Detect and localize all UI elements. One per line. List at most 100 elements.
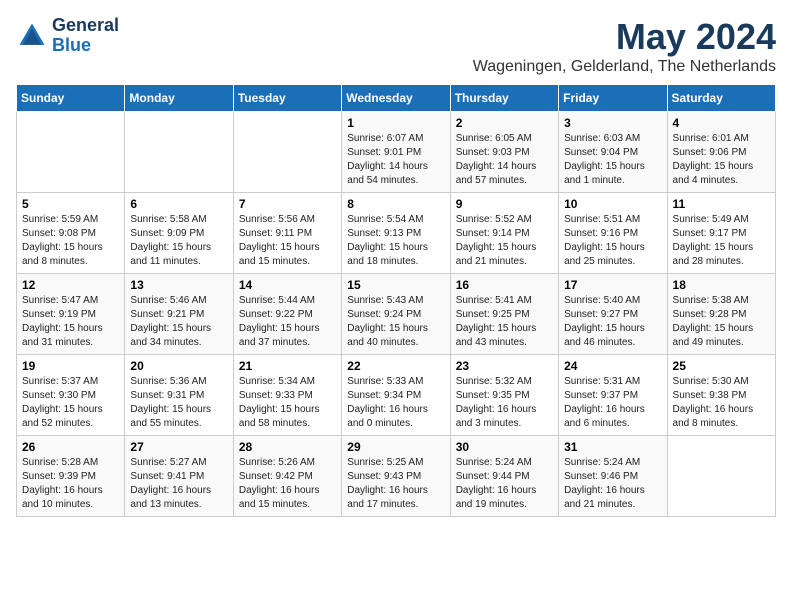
- calendar-week: 19 Sunrise: 5:37 AM Sunset: 9:30 PM Dayli…: [17, 355, 776, 436]
- day-number: 4: [673, 116, 770, 130]
- calendar-cell: [17, 112, 125, 193]
- weekday-header: Friday: [559, 85, 667, 112]
- calendar-cell: 13Sunrise: 5:46 AM Sunset: 9:21 PM Dayli…: [125, 274, 233, 355]
- logo: General Blue: [16, 16, 119, 56]
- calendar-body: 1 Sunrise: 6:07 AM Sunset: 9:01 PM Daylig…: [17, 112, 776, 517]
- month-title: May 2024: [473, 16, 776, 58]
- calendar-cell: 6Sunrise: 5:58 AM Sunset: 9:09 PM Daylig…: [125, 193, 233, 274]
- day-info: Sunrise: 5:27 AM Sunset: 9:41 PM Dayligh…: [130, 456, 227, 512]
- day-number: 10: [564, 197, 661, 211]
- calendar-cell: 22 Sunrise: 5:33 AM Sunset: 9:34 PM Dayli…: [342, 355, 450, 436]
- calendar-cell: 27 Sunrise: 5:27 AM Sunset: 9:41 PM Dayli…: [125, 436, 233, 517]
- day-number: 23: [456, 359, 553, 373]
- calendar-cell: 28Sunrise: 5:26 AM Sunset: 9:42 PM Dayli…: [233, 436, 341, 517]
- day-number: 15: [347, 278, 444, 292]
- calendar-cell: 12 Sunrise: 5:47 AM Sunset: 9:19 PM Dayli…: [17, 274, 125, 355]
- day-number: 25: [673, 359, 770, 373]
- calendar-cell: 4 Sunrise: 6:01 AM Sunset: 9:06 PM Daylig…: [667, 112, 775, 193]
- day-number: 9: [456, 197, 553, 211]
- weekday-header: Thursday: [450, 85, 558, 112]
- day-info: Sunrise: 5:59 AM Sunset: 9:08 PM Dayligh…: [22, 213, 119, 269]
- calendar-cell: 25 Sunrise: 5:30 AM Sunset: 9:38 PM Dayli…: [667, 355, 775, 436]
- day-number: 31: [564, 440, 661, 454]
- calendar-week: 12 Sunrise: 5:47 AM Sunset: 9:19 PM Dayli…: [17, 274, 776, 355]
- day-info: Sunrise: 5:36 AM Sunset: 9:31 PM Dayligh…: [130, 375, 227, 431]
- day-info: Sunrise: 5:32 AM Sunset: 9:35 PM Dayligh…: [456, 375, 553, 431]
- day-info: Sunrise: 5:47 AM Sunset: 9:19 PM Dayligh…: [22, 294, 119, 350]
- day-number: 18: [673, 278, 770, 292]
- calendar-cell: 5 Sunrise: 5:59 AM Sunset: 9:08 PM Daylig…: [17, 193, 125, 274]
- calendar-cell: 2 Sunrise: 6:05 AM Sunset: 9:03 PM Daylig…: [450, 112, 558, 193]
- day-info: Sunrise: 5:30 AM Sunset: 9:38 PM Dayligh…: [673, 375, 770, 431]
- calendar-cell: 14 Sunrise: 5:44 AM Sunset: 9:22 PM Dayli…: [233, 274, 341, 355]
- day-info: Sunrise: 5:37 AM Sunset: 9:30 PM Dayligh…: [22, 375, 119, 431]
- day-info: Sunrise: 5:24 AM Sunset: 9:46 PM Dayligh…: [564, 456, 661, 512]
- day-info: Sunrise: 6:07 AM Sunset: 9:01 PM Dayligh…: [347, 132, 444, 188]
- day-info: Sunrise: 5:41 AM Sunset: 9:25 PM Dayligh…: [456, 294, 553, 350]
- day-number: 2: [456, 116, 553, 130]
- day-number: 5: [22, 197, 119, 211]
- day-number: 11: [673, 197, 770, 211]
- calendar-cell: 3Sunrise: 6:03 AM Sunset: 9:04 PM Daylig…: [559, 112, 667, 193]
- calendar-cell: 16Sunrise: 5:41 AM Sunset: 9:25 PM Dayli…: [450, 274, 558, 355]
- calendar-cell: [667, 436, 775, 517]
- day-number: 24: [564, 359, 661, 373]
- calendar-cell: 1 Sunrise: 6:07 AM Sunset: 9:01 PM Daylig…: [342, 112, 450, 193]
- day-number: 30: [456, 440, 553, 454]
- day-info: Sunrise: 5:46 AM Sunset: 9:21 PM Dayligh…: [130, 294, 227, 350]
- day-info: Sunrise: 5:43 AM Sunset: 9:24 PM Dayligh…: [347, 294, 444, 350]
- calendar-cell: 31 Sunrise: 5:24 AM Sunset: 9:46 PM Dayli…: [559, 436, 667, 517]
- header: General Blue May 2024 Wageningen, Gelder…: [16, 16, 776, 76]
- weekday-header: Tuesday: [233, 85, 341, 112]
- calendar-cell: [233, 112, 341, 193]
- calendar-cell: 11 Sunrise: 5:49 AM Sunset: 9:17 PM Dayli…: [667, 193, 775, 274]
- calendar-cell: 17 Sunrise: 5:40 AM Sunset: 9:27 PM Dayli…: [559, 274, 667, 355]
- calendar-cell: [125, 112, 233, 193]
- calendar-week: 1 Sunrise: 6:07 AM Sunset: 9:01 PM Daylig…: [17, 112, 776, 193]
- calendar-cell: 26 Sunrise: 5:28 AM Sunset: 9:39 PM Dayli…: [17, 436, 125, 517]
- calendar-cell: 19 Sunrise: 5:37 AM Sunset: 9:30 PM Dayli…: [17, 355, 125, 436]
- day-info: Sunrise: 5:33 AM Sunset: 9:34 PM Dayligh…: [347, 375, 444, 431]
- day-info: Sunrise: 5:49 AM Sunset: 9:17 PM Dayligh…: [673, 213, 770, 269]
- weekday-header: Saturday: [667, 85, 775, 112]
- day-info: Sunrise: 5:40 AM Sunset: 9:27 PM Dayligh…: [564, 294, 661, 350]
- logo-text: General Blue: [52, 16, 119, 56]
- day-info: Sunrise: 6:01 AM Sunset: 9:06 PM Dayligh…: [673, 132, 770, 188]
- day-info: Sunrise: 5:56 AM Sunset: 9:11 PM Dayligh…: [239, 213, 336, 269]
- day-info: Sunrise: 6:05 AM Sunset: 9:03 PM Dayligh…: [456, 132, 553, 188]
- title-area: May 2024 Wageningen, Gelderland, The Net…: [473, 16, 776, 76]
- calendar-cell: 29 Sunrise: 5:25 AM Sunset: 9:43 PM Dayli…: [342, 436, 450, 517]
- day-info: Sunrise: 5:26 AM Sunset: 9:42 PM Dayligh…: [239, 456, 336, 512]
- day-info: Sunrise: 5:25 AM Sunset: 9:43 PM Dayligh…: [347, 456, 444, 512]
- day-info: Sunrise: 5:24 AM Sunset: 9:44 PM Dayligh…: [456, 456, 553, 512]
- day-number: 8: [347, 197, 444, 211]
- day-info: Sunrise: 5:34 AM Sunset: 9:33 PM Dayligh…: [239, 375, 336, 431]
- day-number: 12: [22, 278, 119, 292]
- day-info: Sunrise: 5:52 AM Sunset: 9:14 PM Dayligh…: [456, 213, 553, 269]
- day-number: 1: [347, 116, 444, 130]
- location-title: Wageningen, Gelderland, The Netherlands: [473, 58, 776, 76]
- calendar-cell: 24 Sunrise: 5:31 AM Sunset: 9:37 PM Dayli…: [559, 355, 667, 436]
- calendar-week: 5 Sunrise: 5:59 AM Sunset: 9:08 PM Daylig…: [17, 193, 776, 274]
- calendar-cell: 23 Sunrise: 5:32 AM Sunset: 9:35 PM Dayli…: [450, 355, 558, 436]
- calendar-cell: 30 Sunrise: 5:24 AM Sunset: 9:44 PM Dayli…: [450, 436, 558, 517]
- day-number: 27: [130, 440, 227, 454]
- calendar-cell: 8Sunrise: 5:54 AM Sunset: 9:13 PM Daylig…: [342, 193, 450, 274]
- calendar-cell: 20 Sunrise: 5:36 AM Sunset: 9:31 PM Dayli…: [125, 355, 233, 436]
- day-info: Sunrise: 5:44 AM Sunset: 9:22 PM Dayligh…: [239, 294, 336, 350]
- day-number: 20: [130, 359, 227, 373]
- calendar-table: SundayMondayTuesdayWednesdayThursdayFrid…: [16, 84, 776, 517]
- day-info: Sunrise: 5:31 AM Sunset: 9:37 PM Dayligh…: [564, 375, 661, 431]
- day-number: 19: [22, 359, 119, 373]
- day-number: 7: [239, 197, 336, 211]
- calendar-cell: 18 Sunrise: 5:38 AM Sunset: 9:28 PM Dayli…: [667, 274, 775, 355]
- day-number: 17: [564, 278, 661, 292]
- day-number: 14: [239, 278, 336, 292]
- day-number: 22: [347, 359, 444, 373]
- weekday-header: Wednesday: [342, 85, 450, 112]
- day-info: Sunrise: 5:28 AM Sunset: 9:39 PM Dayligh…: [22, 456, 119, 512]
- day-number: 29: [347, 440, 444, 454]
- day-info: Sunrise: 5:38 AM Sunset: 9:28 PM Dayligh…: [673, 294, 770, 350]
- calendar-cell: 7 Sunrise: 5:56 AM Sunset: 9:11 PM Daylig…: [233, 193, 341, 274]
- day-number: 26: [22, 440, 119, 454]
